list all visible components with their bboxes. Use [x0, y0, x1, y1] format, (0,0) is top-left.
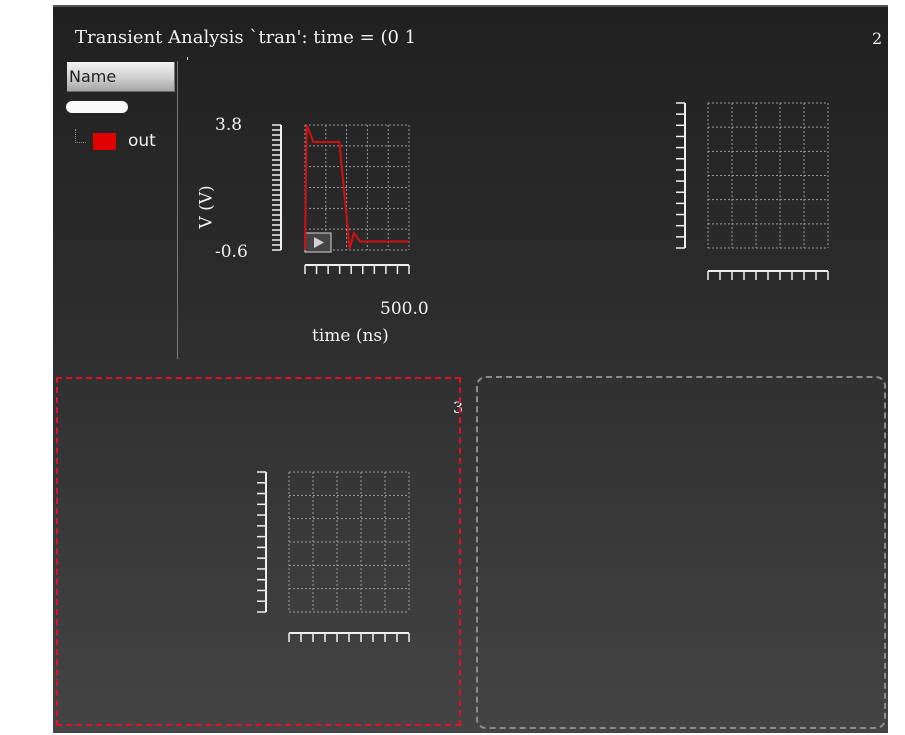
plot-canvas	[257, 102, 829, 642]
plot3-area	[257, 471, 410, 642]
plot1-area	[272, 124, 410, 274]
plot2-area	[676, 102, 829, 280]
waveform-viewer-window: Transient Analysis `tran': time = (0 1 2…	[53, 5, 888, 733]
